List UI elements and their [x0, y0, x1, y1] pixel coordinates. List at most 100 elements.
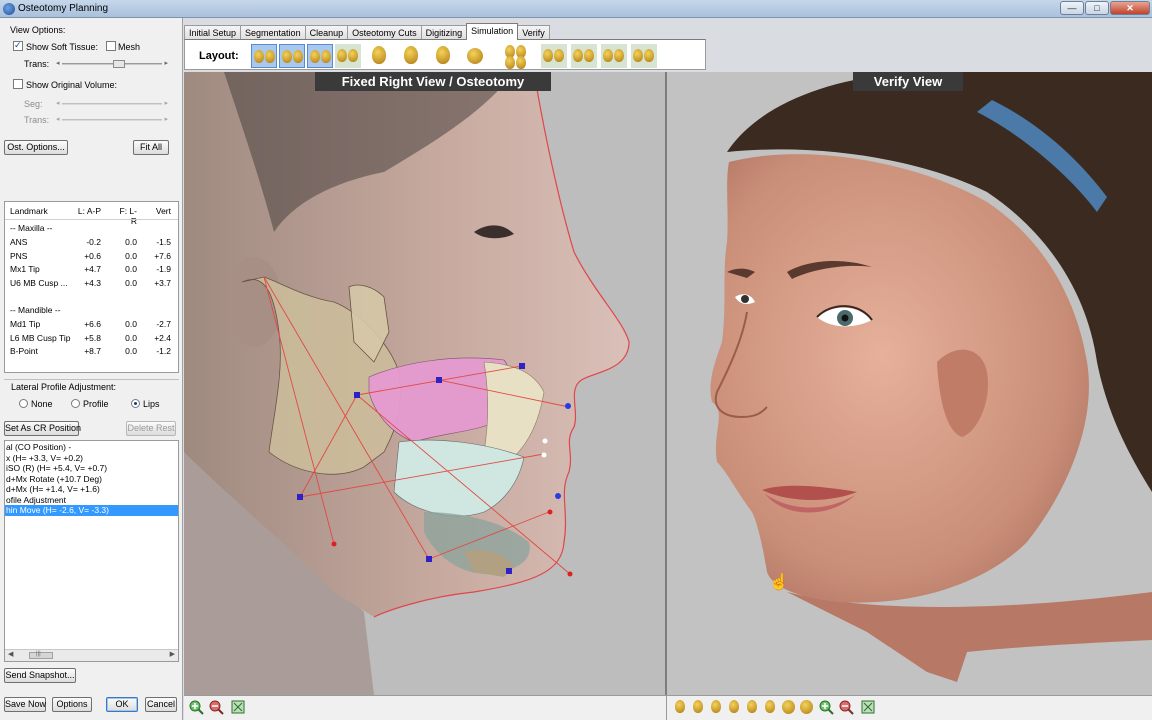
layout-button[interactable] [365, 44, 391, 68]
layout-button[interactable] [461, 44, 487, 68]
cancel-button[interactable]: Cancel [145, 697, 177, 712]
header-vert[interactable]: Vert [147, 206, 171, 216]
layout-button[interactable] [307, 44, 333, 68]
app-icon [3, 3, 15, 15]
layout-button[interactable] [397, 44, 423, 68]
table-row[interactable]: L6 MB Cusp Tip +5.8 0.0 +2.4 [5, 333, 178, 346]
table-row[interactable]: U6 MB Cusp ... +4.3 0.0 +3.7 [5, 278, 178, 291]
layout-button[interactable] [429, 44, 455, 68]
table-row[interactable]: -- Mandible -- [5, 305, 178, 318]
maximize-button[interactable]: □ [1085, 1, 1109, 15]
tab-osteotomy-cuts[interactable]: Osteotomy Cuts [347, 25, 422, 40]
radio-lips[interactable] [131, 399, 140, 408]
workflow-tabs: Initial Setup Segmentation Cleanup Osteo… [184, 23, 550, 40]
set-as-cr-position-button[interactable]: Set As CR Position [4, 421, 81, 436]
list-item[interactable]: iSO (R) (H= +5.4, V= +0.7) [5, 463, 178, 474]
layout-button[interactable] [251, 44, 277, 68]
radio-none[interactable] [19, 399, 28, 408]
left-view-title: Fixed Right View / Osteotomy [315, 72, 551, 91]
options-button[interactable]: Options [52, 697, 92, 712]
table-row[interactable]: B-Point +8.7 0.0 -1.2 [5, 346, 178, 359]
scroll-right-icon[interactable]: ▶ [170, 650, 175, 658]
move-history-list[interactable]: al (CO Position) - x (H= +3.3, V= +0.2) … [4, 440, 179, 662]
fit-view-icon[interactable] [860, 699, 876, 715]
head-view-icon[interactable] [708, 699, 724, 715]
minimize-button[interactable]: — [1060, 1, 1084, 15]
list-item[interactable]: x (H= +3.3, V= +0.2) [5, 453, 178, 464]
slider-left-arrow-icon[interactable]: ◂ [56, 59, 60, 67]
osteotomy-render [184, 72, 665, 695]
slider-thumb[interactable] [113, 60, 125, 68]
ok-button[interactable]: OK [106, 697, 138, 712]
list-item[interactable]: al (CO Position) - [5, 442, 178, 453]
table-row [5, 291, 178, 304]
fit-all-button[interactable]: Fit All [133, 140, 169, 155]
radio-lips-label: Lips [143, 399, 160, 409]
title-bar: Osteotomy Planning — □ ✕ [0, 0, 1152, 18]
tab-initial-setup[interactable]: Initial Setup [184, 25, 242, 40]
layout-button[interactable] [503, 44, 529, 69]
head-view-icon[interactable] [798, 699, 814, 715]
layout-button[interactable] [335, 44, 361, 68]
tab-cleanup[interactable]: Cleanup [304, 25, 349, 40]
list-item[interactable]: d+Mx Rotate (+10.7 Deg) [5, 474, 178, 485]
head-view-icon[interactable] [690, 699, 706, 715]
head-view-icon[interactable] [672, 699, 688, 715]
layout-button[interactable] [541, 44, 567, 68]
close-button[interactable]: ✕ [1110, 1, 1150, 15]
save-now-button[interactable]: Save Now [4, 697, 46, 712]
verify-view[interactable]: Verify View ☝ [667, 72, 1152, 695]
table-row[interactable]: Mx1 Tip +4.7 0.0 -1.9 [5, 264, 178, 277]
head-view-icon[interactable] [762, 699, 778, 715]
table-row[interactable]: -- Maxilla -- [5, 223, 178, 236]
scroll-left-icon[interactable]: ◀ [8, 650, 13, 658]
list-item[interactable]: ofile Adjustment [5, 495, 178, 506]
hand-cursor-icon: ☝ [769, 574, 789, 591]
radio-none-label: None [31, 399, 53, 409]
head-view-icon[interactable] [744, 699, 760, 715]
radio-profile[interactable] [71, 399, 80, 408]
zoom-in-icon[interactable] [818, 699, 834, 715]
tab-simulation[interactable]: Simulation [466, 23, 519, 40]
layout-button[interactable] [571, 44, 597, 68]
face-render [667, 72, 1152, 695]
table-row[interactable]: ANS -0.2 0.0 -1.5 [5, 237, 178, 250]
show-soft-tissue-checkbox[interactable] [13, 40, 23, 51]
seg-label: Seg: [24, 99, 43, 109]
list-item[interactable]: d+Mx (H= +1.4, V= +1.6) [5, 484, 178, 495]
osteotomy-view[interactable]: Fixed Right View / Osteotomy [184, 72, 665, 695]
zoom-out-icon[interactable] [208, 699, 224, 715]
zoom-in-icon[interactable] [188, 699, 204, 715]
header-landmark[interactable]: Landmark [10, 206, 48, 216]
original-volume-transparency-slider: ◂ ▸ [56, 116, 168, 123]
soft-tissue-transparency-slider[interactable]: ◂ ▸ [56, 60, 168, 68]
fit-view-icon[interactable] [230, 699, 246, 715]
slider-right-arrow-icon[interactable]: ▸ [164, 59, 168, 67]
layout-button[interactable] [601, 44, 627, 68]
delete-rest-button: Delete Rest [126, 421, 176, 436]
head-view-icon[interactable] [780, 699, 796, 715]
zoom-out-icon[interactable] [838, 699, 854, 715]
layout-button[interactable] [631, 44, 657, 68]
table-row[interactable]: Md1 Tip +6.6 0.0 -2.7 [5, 319, 178, 332]
seg-slider: ◂ ▸ [56, 100, 168, 107]
horizontal-scrollbar[interactable]: ◀ ||| ▶ [5, 649, 178, 661]
show-original-volume-checkbox[interactable] [13, 79, 23, 89]
tab-digitizing[interactable]: Digitizing [420, 25, 468, 40]
radio-profile-label: Profile [83, 399, 109, 409]
list-item-selected[interactable]: hin Move (H= -2.6, V= -3.3) [5, 505, 178, 516]
mesh-checkbox[interactable] [106, 41, 116, 51]
tab-verify[interactable]: Verify [517, 25, 550, 40]
right-view-title: Verify View [853, 72, 963, 91]
show-soft-tissue-label: Show Soft Tissue: [26, 42, 99, 52]
window-title: Osteotomy Planning [18, 3, 109, 14]
head-view-icon[interactable] [726, 699, 742, 715]
ost-options-button[interactable]: Ost. Options... [4, 140, 68, 155]
table-row[interactable]: PNS +0.6 0.0 +7.6 [5, 251, 178, 264]
tab-segmentation[interactable]: Segmentation [240, 25, 306, 40]
layout-button[interactable] [279, 44, 305, 68]
scrollbar-thumb[interactable]: ||| [29, 651, 53, 659]
send-snapshot-button[interactable]: Send Snapshot... [4, 668, 76, 683]
landmark-table: Landmark L: A-P F: L-R Vert -- Maxilla -… [4, 201, 179, 373]
header-ap[interactable]: L: A-P [77, 206, 101, 216]
